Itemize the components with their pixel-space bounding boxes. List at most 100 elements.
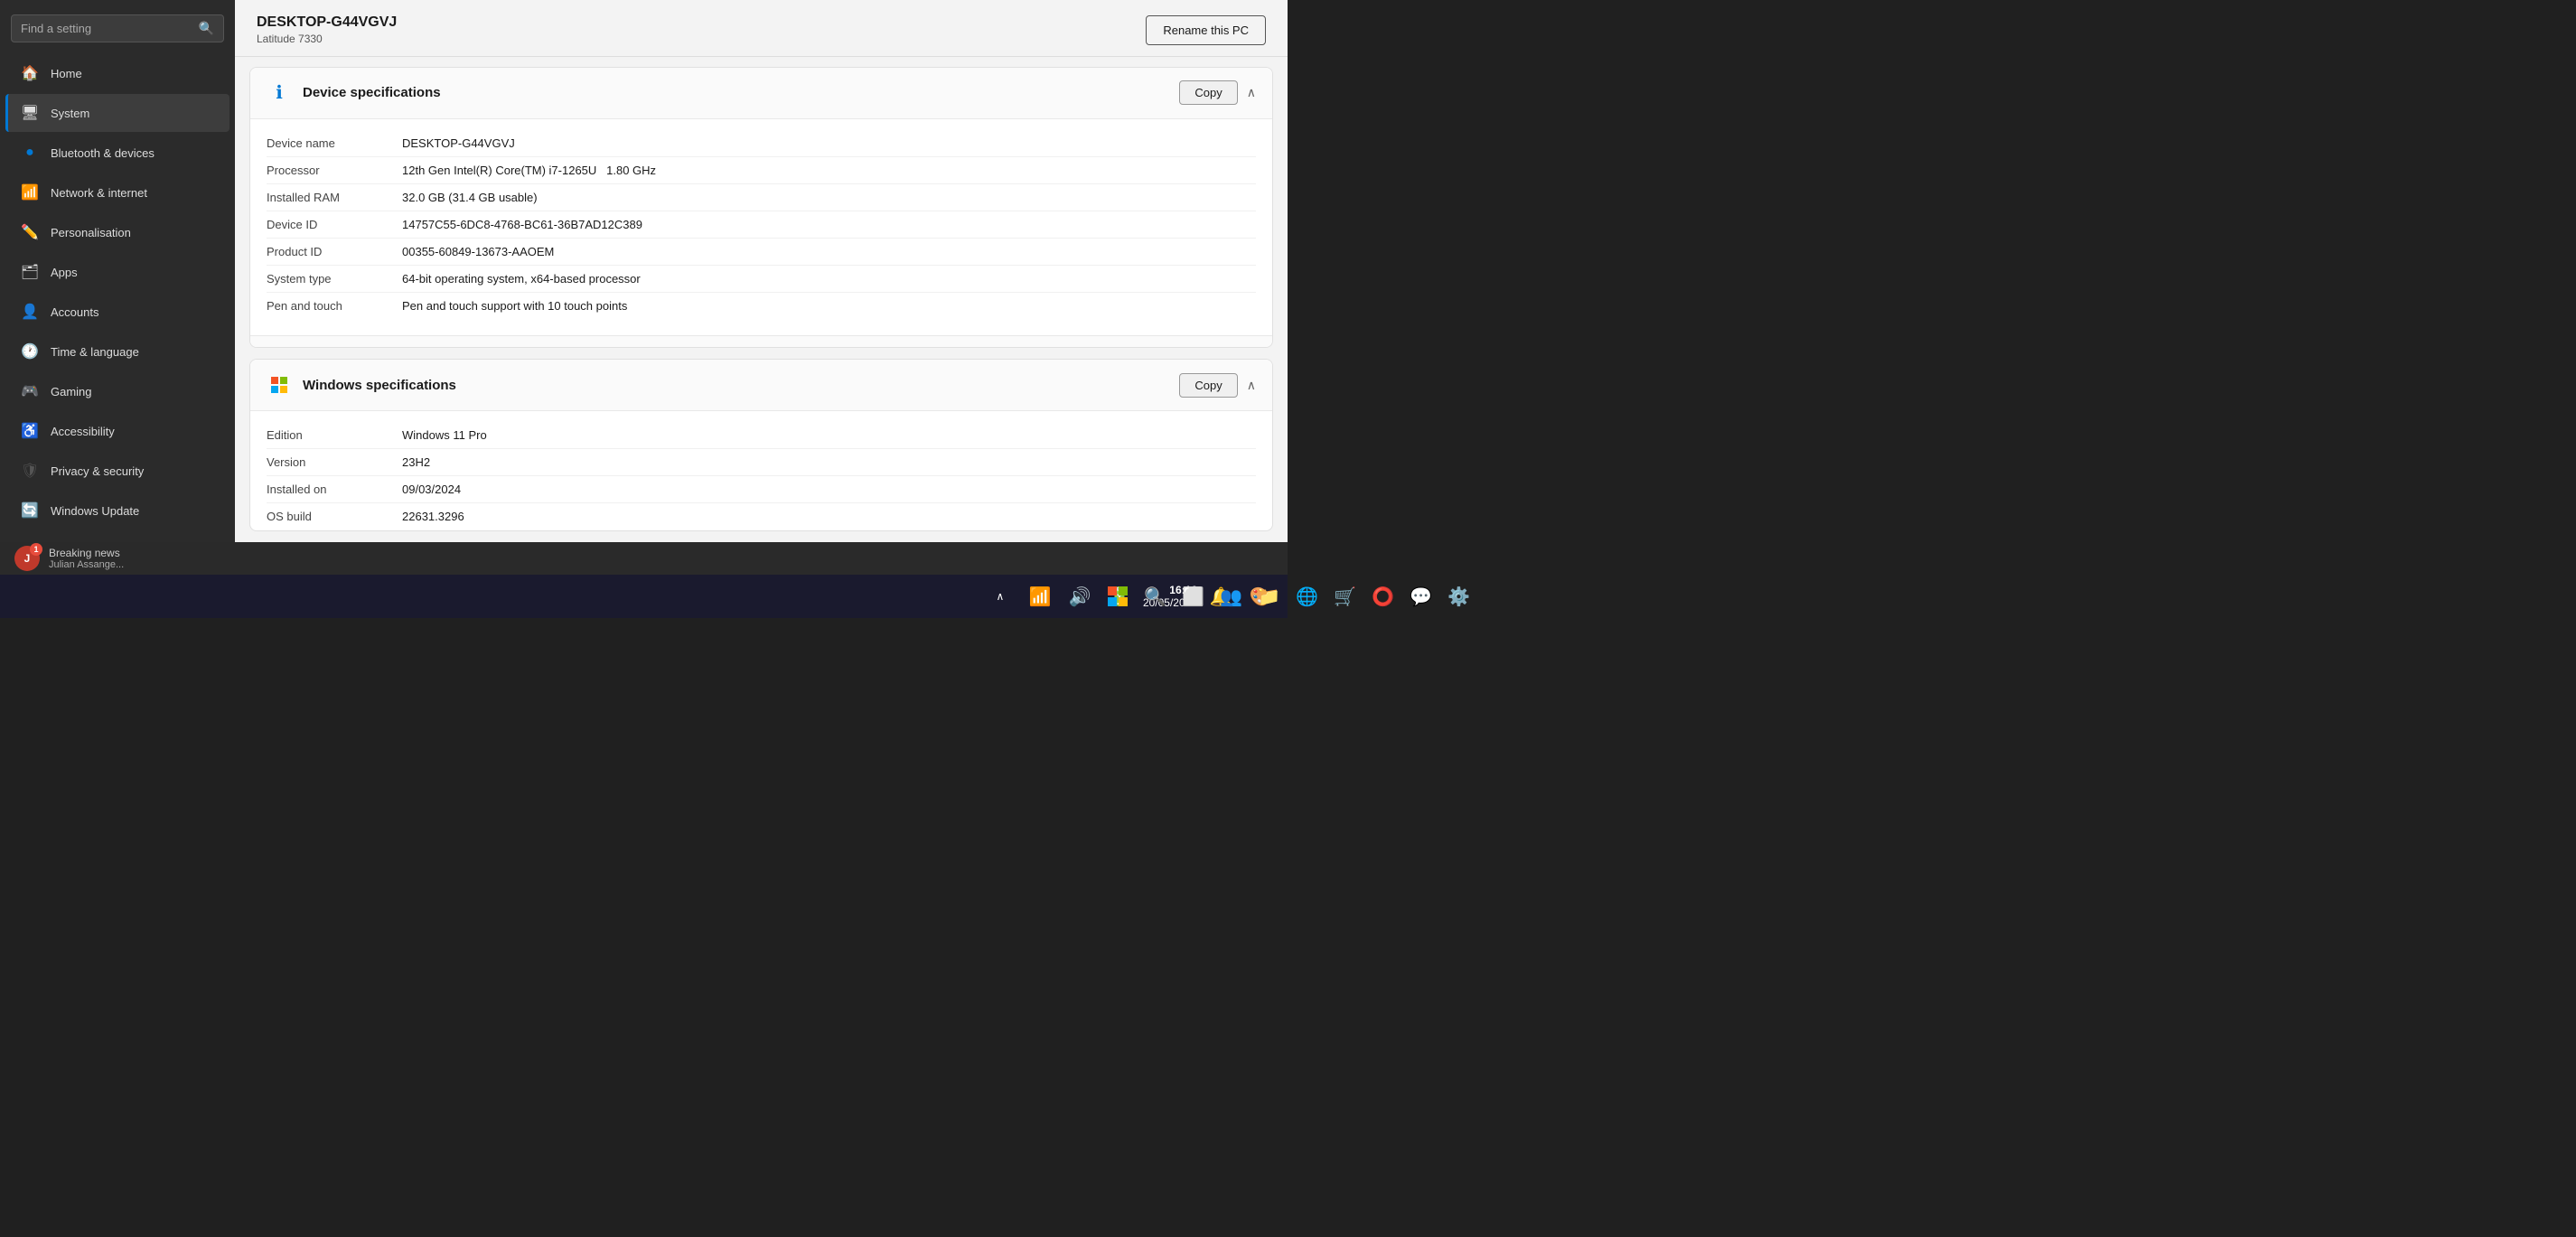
- spec-value: 12th Gen Intel(R) Core(TM) i7-1265U 1.80…: [402, 164, 656, 177]
- sidebar-item-label: Gaming: [51, 385, 92, 398]
- spec-label: System type: [267, 272, 402, 286]
- windows-specs-section: Windows specifications Copy ∧ Edition Wi…: [249, 359, 1273, 531]
- sidebar-item-label: Network & internet: [51, 186, 147, 200]
- news-title: Breaking news: [49, 547, 124, 559]
- advanced-system-settings-link[interactable]: Advanced system settings: [605, 347, 742, 348]
- related-links-label: Related links: [267, 347, 333, 348]
- sidebar-item-bluetooth[interactable]: ● Bluetooth & devices: [5, 134, 229, 172]
- sidebar-item-update[interactable]: 🔄 Windows Update: [5, 492, 229, 529]
- spec-label: Installed RAM: [267, 191, 402, 204]
- accounts-icon: 👤: [20, 302, 40, 322]
- store-button[interactable]: 🛒: [1329, 580, 1362, 613]
- table-row: Processor 12th Gen Intel(R) Core(TM) i7-…: [267, 157, 1256, 184]
- spec-label: Installed on: [267, 483, 402, 496]
- sidebar-item-home[interactable]: 🏠 Home: [5, 54, 229, 92]
- table-row: Edition Windows 11 Pro: [267, 422, 1256, 449]
- device-specs-section: ℹ Device specifications Copy ∧ Device na…: [249, 67, 1273, 348]
- collapse-windows-specs-icon[interactable]: ∧: [1247, 378, 1256, 393]
- sidebar-item-label: Accessibility: [51, 425, 115, 438]
- table-row: Pen and touch Pen and touch support with…: [267, 293, 1256, 319]
- device-specs-header: ℹ Device specifications Copy ∧: [250, 68, 1272, 119]
- sidebar-item-personalisation[interactable]: ✏️ Personalisation: [5, 213, 229, 251]
- system-protection-link[interactable]: System protection: [490, 347, 584, 348]
- gaming-icon: 🎮: [20, 381, 40, 401]
- edge-button[interactable]: 🌐: [1291, 580, 1324, 613]
- search-box[interactable]: 🔍: [11, 14, 224, 42]
- sidebar-item-label: Windows Update: [51, 504, 139, 518]
- collapse-device-specs-icon[interactable]: ∧: [1247, 85, 1256, 100]
- windows-logo-icon: [267, 372, 292, 398]
- spec-label: Product ID: [267, 245, 402, 258]
- teams-button[interactable]: 👥: [1215, 580, 1248, 613]
- bluetooth-icon: ●: [20, 143, 40, 163]
- table-row: Product ID 00355-60849-13673-AAOEM: [267, 239, 1256, 266]
- domain-workgroup-link[interactable]: Domain or workgroup: [355, 347, 467, 348]
- time-icon: 🕐: [20, 342, 40, 361]
- device-spec-table: Device name DESKTOP-G44VGVJ Processor 12…: [250, 119, 1272, 335]
- spec-value: 23H2: [402, 455, 430, 469]
- spec-label: Edition: [267, 428, 402, 442]
- taskview-button[interactable]: ⬜: [1177, 580, 1210, 613]
- accessibility-icon: ♿: [20, 421, 40, 441]
- news-avatar: J 1: [14, 546, 40, 571]
- sidebar-item-accounts[interactable]: 👤 Accounts: [5, 293, 229, 331]
- sidebar-item-gaming[interactable]: 🎮 Gaming: [5, 372, 229, 410]
- spec-label: Device ID: [267, 218, 402, 231]
- copy-device-specs-button[interactable]: Copy: [1179, 80, 1237, 105]
- update-icon: 🔄: [20, 501, 40, 520]
- copy-windows-specs-button[interactable]: Copy: [1179, 373, 1237, 398]
- taskbar: 🔍 ⬜ 👥 📁 🌐 🛒 ⭕ 💬 ⚙️ ∧ 📶 🔊 🔋 16:16 20/05/2…: [0, 575, 1288, 618]
- windows-specs-title: Windows specifications: [303, 378, 456, 393]
- news-badge: 1: [30, 543, 42, 556]
- sidebar-item-label: Privacy & security: [51, 464, 144, 478]
- sidebar-item-accessibility[interactable]: ♿ Accessibility: [5, 412, 229, 450]
- chevron-up-icon[interactable]: ∧: [984, 580, 1016, 613]
- content-area: DESKTOP-G44VGVJ Latitude 7330 Rename thi…: [235, 0, 1288, 542]
- sidebar-item-time[interactable]: 🕐 Time & language: [5, 333, 229, 370]
- rename-pc-button[interactable]: Rename this PC: [1146, 15, 1266, 45]
- pc-model: Latitude 7330: [257, 33, 397, 45]
- windows-spec-table: Edition Windows 11 Pro Version 23H2 Inst…: [250, 411, 1272, 531]
- sidebar-item-network[interactable]: 📶 Network & internet: [5, 173, 229, 211]
- spec-value: 64-bit operating system, x64-based proce…: [402, 272, 641, 286]
- pc-name: DESKTOP-G44VGVJ: [257, 14, 397, 31]
- sidebar-item-label: System: [51, 107, 89, 120]
- start-button[interactable]: [1101, 580, 1134, 613]
- sidebar-item-privacy[interactable]: 🛡 Privacy & security: [5, 452, 229, 490]
- settings-button[interactable]: ⚙️: [1443, 580, 1475, 613]
- spec-label: Pen and touch: [267, 299, 402, 313]
- sidebar-item-label: Accounts: [51, 305, 98, 319]
- info-icon: ℹ: [267, 80, 292, 106]
- pc-header: DESKTOP-G44VGVJ Latitude 7330 Rename thi…: [235, 0, 1288, 57]
- spec-label: Processor: [267, 164, 402, 177]
- personalisation-icon: ✏️: [20, 222, 40, 242]
- table-row: Installed on 09/03/2024: [267, 476, 1256, 503]
- table-row: Device ID 14757C55-6DC8-4768-BC61-36B7AD…: [267, 211, 1256, 239]
- table-row: System type 64-bit operating system, x64…: [267, 266, 1256, 293]
- home-icon: 🏠: [20, 63, 40, 83]
- sidebar-item-system[interactable]: 🖥 System: [5, 94, 229, 132]
- spec-value: 32.0 GB (31.4 GB usable): [402, 191, 538, 204]
- whatsapp-button[interactable]: 💬: [1405, 580, 1438, 613]
- sidebar-item-apps[interactable]: 🗂 Apps: [5, 253, 229, 291]
- wifi-icon[interactable]: 📶: [1024, 580, 1056, 613]
- search-input[interactable]: [21, 22, 199, 35]
- spec-value: 00355-60849-13673-AAOEM: [402, 245, 554, 258]
- spec-value: 09/03/2024: [402, 483, 461, 496]
- spec-value: Windows 11 Pro: [402, 428, 487, 442]
- search-icon: 🔍: [199, 21, 214, 36]
- table-row: Installed RAM 32.0 GB (31.4 GB usable): [267, 184, 1256, 211]
- table-row: OS build 22631.3296: [267, 503, 1256, 529]
- table-row: Device name DESKTOP-G44VGVJ: [267, 130, 1256, 157]
- volume-icon[interactable]: 🔊: [1063, 580, 1096, 613]
- sidebar-item-label: Home: [51, 67, 82, 80]
- taskbar-center: 🔍 ⬜ 👥 📁 🌐 🛒 ⭕ 💬 ⚙️: [1101, 580, 1475, 613]
- file-explorer-button[interactable]: 📁: [1253, 580, 1286, 613]
- sidebar-item-label: Bluetooth & devices: [51, 146, 155, 160]
- device-specs-title: Device specifications: [303, 85, 441, 100]
- system-icon: 🖥: [20, 103, 40, 123]
- chrome-button[interactable]: ⭕: [1367, 580, 1400, 613]
- sidebar-item-label: Apps: [51, 266, 78, 279]
- spec-value: DESKTOP-G44VGVJ: [402, 136, 515, 150]
- search-taskbar-button[interactable]: 🔍: [1139, 580, 1172, 613]
